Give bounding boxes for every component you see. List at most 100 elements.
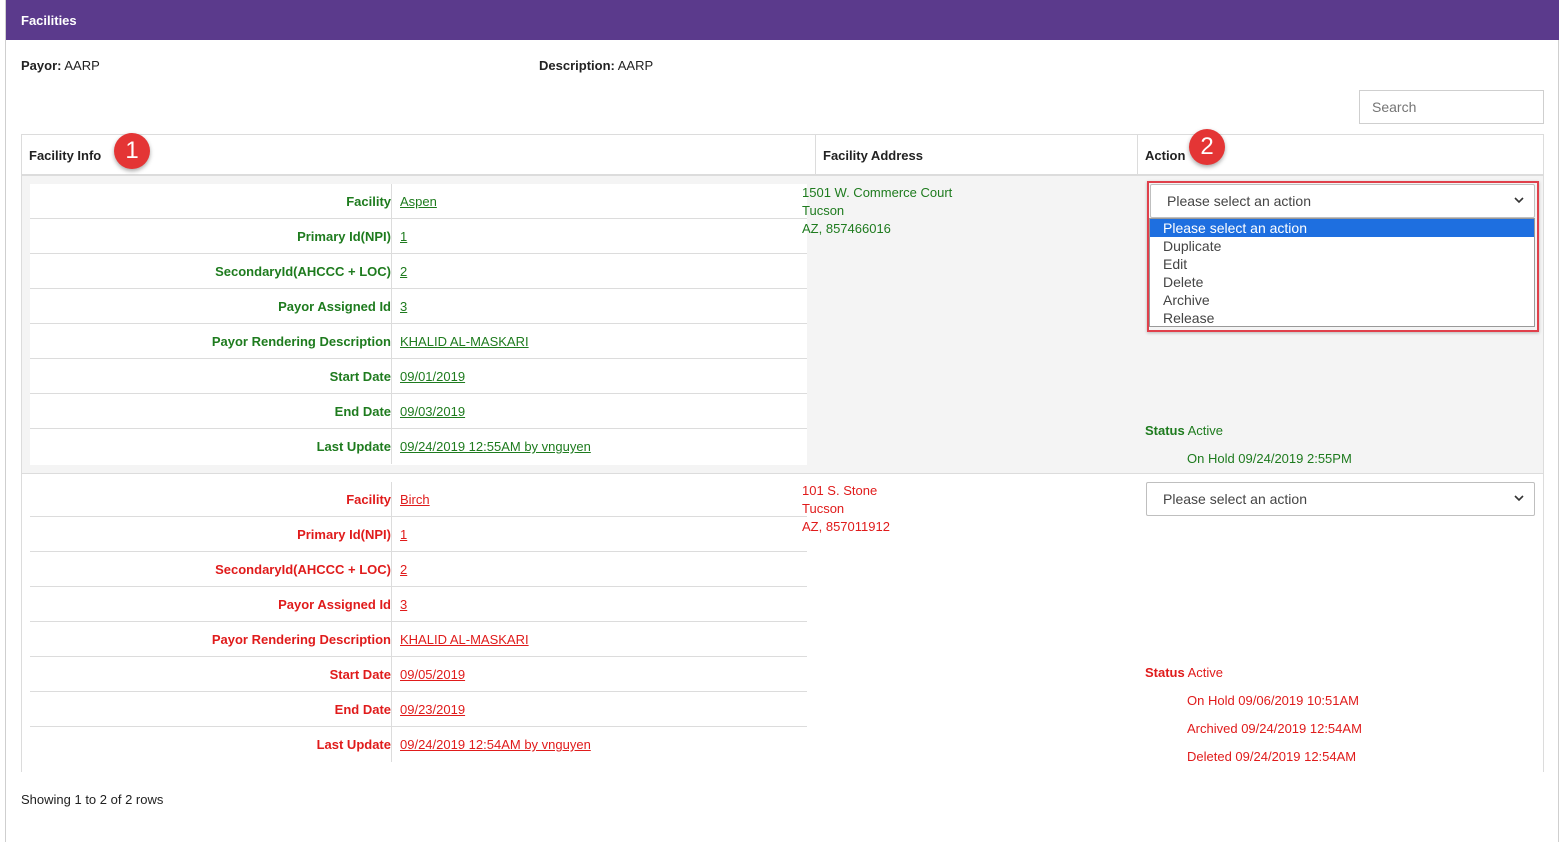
facility-field-row: Facility Aspen (30, 184, 807, 219)
field-value-link[interactable]: Aspen (400, 194, 437, 209)
field-label: Primary Id(NPI) (297, 527, 391, 542)
field-value-link[interactable]: 2 (400, 562, 407, 577)
facility-field-row: End Date 09/23/2019 (30, 692, 807, 727)
field-divider (391, 517, 392, 552)
field-divider (391, 254, 392, 289)
page-header: Facilities (6, 0, 1559, 40)
field-divider (391, 622, 392, 657)
field-divider (391, 184, 392, 219)
facility-field-row: Primary Id(NPI) 1 (30, 219, 807, 254)
field-label: Payor Assigned Id (278, 299, 391, 314)
field-divider (391, 324, 392, 359)
field-label: Start Date (329, 667, 391, 682)
field-value-link[interactable]: 09/24/2019 12:55AM by vnguyen (400, 439, 591, 454)
facility-address: 101 S. Stone Tucson AZ, 857011912 (802, 482, 890, 536)
field-value-link[interactable]: 09/01/2019 (400, 369, 465, 384)
facility-field-row: Payor Rendering Description KHALID AL-MAS… (30, 622, 807, 657)
address-line: 1501 W. Commerce Court (802, 185, 953, 200)
field-value-link[interactable]: 09/05/2019 (400, 667, 465, 682)
dropdown-option[interactable]: Release (1150, 309, 1534, 327)
field-label: Primary Id(NPI) (297, 229, 391, 244)
field-label: End Date (334, 404, 391, 419)
status-label: Status (1145, 423, 1185, 438)
facility-field-row: Start Date 09/05/2019 (30, 657, 807, 692)
field-label: Start Date (329, 369, 391, 384)
field-divider (391, 219, 392, 254)
action-select-value: Please select an action (1163, 491, 1307, 507)
description-label: Description: (539, 58, 615, 73)
field-label: Payor Rendering Description (211, 632, 391, 647)
facility-field-row: Facility Birch (30, 482, 807, 517)
dropdown-option[interactable]: Archive (1150, 291, 1534, 309)
facility-field-row: Last Update 09/24/2019 12:54AM by vnguyen (30, 727, 807, 762)
field-value-link[interactable]: 2 (400, 264, 407, 279)
pagination-info: Showing 1 to 2 of 2 rows (21, 792, 164, 807)
field-value-link[interactable]: 3 (400, 299, 407, 314)
table-header: Facility Info Facility Address Action (22, 135, 1543, 176)
status-history-item: On Hold 09/24/2019 2:55PM (1187, 451, 1352, 466)
status-label: Status (1145, 665, 1185, 680)
field-label: Last Update (316, 439, 391, 454)
field-divider (391, 692, 392, 727)
facility-field-row: Payor Assigned Id 3 (30, 587, 807, 622)
search-input[interactable] (1359, 90, 1544, 124)
status-history-item: On Hold 09/06/2019 10:51AM (1187, 693, 1360, 708)
description-value: AARP (617, 58, 654, 73)
dropdown-option[interactable]: Please select an action (1150, 219, 1534, 237)
field-value-link[interactable]: 09/23/2019 (400, 702, 465, 717)
payor-label: Payor: (21, 58, 62, 73)
column-header-facility-info[interactable]: Facility Info (29, 148, 101, 163)
payor-info: Payor: AARP (21, 58, 100, 73)
field-label: Facility (346, 492, 391, 507)
column-header-action[interactable]: Action (1145, 148, 1185, 163)
action-select[interactable]: Please select an action (1146, 482, 1535, 516)
facility-field-row: SecondaryId(AHCCC + LOC) 2 (30, 254, 807, 289)
field-value-link[interactable]: Birch (400, 492, 430, 507)
field-value-link[interactable]: 1 (400, 527, 407, 542)
field-label: Facility (346, 194, 391, 209)
chevron-down-icon (1514, 495, 1524, 502)
field-value-link[interactable]: 1 (400, 229, 407, 244)
facility-field-row: Primary Id(NPI) 1 (30, 517, 807, 552)
status-history-item: Archived 09/24/2019 12:54AM (1187, 721, 1362, 736)
field-label: SecondaryId(AHCCC + LOC) (215, 264, 391, 279)
column-header-facility-address[interactable]: Facility Address (823, 148, 923, 163)
status-history-item: Deleted 09/24/2019 12:54AM (1187, 749, 1357, 764)
field-divider (391, 429, 392, 464)
field-value-link[interactable]: 09/24/2019 12:54AM by vnguyen (400, 737, 591, 752)
field-label: Last Update (316, 737, 391, 752)
address-line: AZ, 857466016 (802, 221, 891, 236)
payor-value: AARP (64, 58, 100, 73)
field-divider (391, 552, 392, 587)
field-label: Payor Rendering Description (211, 334, 391, 349)
field-value-link[interactable]: 09/03/2019 (400, 404, 465, 419)
field-label: Payor Assigned Id (278, 597, 391, 612)
field-value-link[interactable]: 3 (400, 597, 407, 612)
page-title: Facilities (21, 13, 77, 28)
address-line: Tucson (802, 501, 845, 516)
annotation-badge-2: 2 (1189, 129, 1225, 165)
dropdown-option[interactable]: Delete (1150, 273, 1534, 291)
field-divider (391, 482, 392, 517)
status-value: Active (1187, 665, 1224, 680)
description-info: Description: AARP (539, 58, 653, 73)
field-divider (391, 657, 392, 692)
field-value-link[interactable]: KHALID AL-MASKARI (400, 334, 529, 349)
status-info: Status Active (1145, 423, 1223, 438)
annotation-badge-1: 1 (114, 133, 150, 169)
address-line: Tucson (802, 203, 845, 218)
status-value: Active (1187, 423, 1224, 438)
field-divider (391, 289, 392, 324)
field-value-link[interactable]: KHALID AL-MASKARI (400, 632, 529, 647)
address-line: 101 S. Stone (802, 483, 878, 498)
dropdown-option[interactable]: Edit (1150, 255, 1534, 273)
action-dropdown-list: Please select an action Duplicate Edit D… (1149, 218, 1535, 327)
field-label: End Date (334, 702, 391, 717)
dropdown-option[interactable]: Duplicate (1150, 237, 1534, 255)
address-line: AZ, 857011912 (802, 519, 890, 534)
field-divider (391, 394, 392, 429)
field-label: SecondaryId(AHCCC + LOC) (215, 562, 391, 577)
field-divider (391, 587, 392, 622)
facility-field-row: Payor Assigned Id 3 (30, 289, 807, 324)
facility-field-row: End Date 09/03/2019 (30, 394, 807, 429)
